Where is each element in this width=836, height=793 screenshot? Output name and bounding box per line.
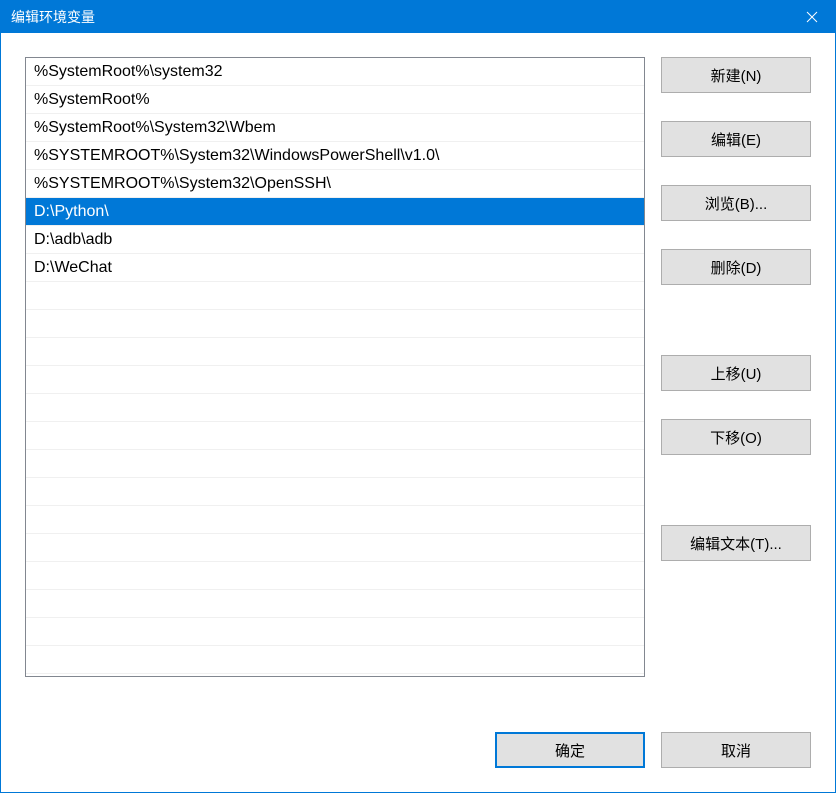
list-item[interactable]: [26, 534, 644, 562]
list-item[interactable]: [26, 394, 644, 422]
titlebar: 编辑环境变量: [1, 1, 835, 33]
delete-button[interactable]: 删除(D): [661, 249, 811, 285]
move-down-button[interactable]: 下移(O): [661, 419, 811, 455]
list-item[interactable]: [26, 310, 644, 338]
path-listbox[interactable]: %SystemRoot%\system32%SystemRoot%%System…: [25, 57, 645, 677]
ok-button[interactable]: 确定: [495, 732, 645, 768]
dialog-content: %SystemRoot%\system32%SystemRoot%%System…: [1, 33, 835, 712]
cancel-button[interactable]: 取消: [661, 732, 811, 768]
list-item[interactable]: %SYSTEMROOT%\System32\WindowsPowerShell\…: [26, 142, 644, 170]
list-item[interactable]: %SystemRoot%: [26, 86, 644, 114]
list-item[interactable]: [26, 562, 644, 590]
list-item[interactable]: [26, 366, 644, 394]
list-item[interactable]: [26, 646, 644, 674]
close-icon: [806, 11, 818, 23]
list-item[interactable]: %SystemRoot%\system32: [26, 58, 644, 86]
titlebar-title: 编辑环境变量: [11, 7, 789, 27]
list-item[interactable]: [26, 590, 644, 618]
move-up-button[interactable]: 上移(U): [661, 355, 811, 391]
list-item[interactable]: [26, 450, 644, 478]
list-item[interactable]: D:\WeChat: [26, 254, 644, 282]
list-item[interactable]: [26, 478, 644, 506]
list-item[interactable]: [26, 282, 644, 310]
dialog-footer: 确定 取消: [1, 712, 835, 792]
dialog-window: 编辑环境变量 %SystemRoot%\system32%SystemRoot%…: [0, 0, 836, 793]
list-item[interactable]: %SystemRoot%\System32\Wbem: [26, 114, 644, 142]
list-item[interactable]: [26, 506, 644, 534]
new-button[interactable]: 新建(N): [661, 57, 811, 93]
close-button[interactable]: [789, 1, 835, 33]
list-item[interactable]: [26, 618, 644, 646]
list-item[interactable]: [26, 338, 644, 366]
list-item[interactable]: D:\Python\: [26, 198, 644, 226]
edit-button[interactable]: 编辑(E): [661, 121, 811, 157]
edit-text-button[interactable]: 编辑文本(T)...: [661, 525, 811, 561]
list-item[interactable]: [26, 422, 644, 450]
button-sidebar: 新建(N) 编辑(E) 浏览(B)... 删除(D) 上移(U) 下移(O) 编…: [661, 57, 811, 712]
list-item[interactable]: D:\adb\adb: [26, 226, 644, 254]
browse-button[interactable]: 浏览(B)...: [661, 185, 811, 221]
list-item[interactable]: %SYSTEMROOT%\System32\OpenSSH\: [26, 170, 644, 198]
